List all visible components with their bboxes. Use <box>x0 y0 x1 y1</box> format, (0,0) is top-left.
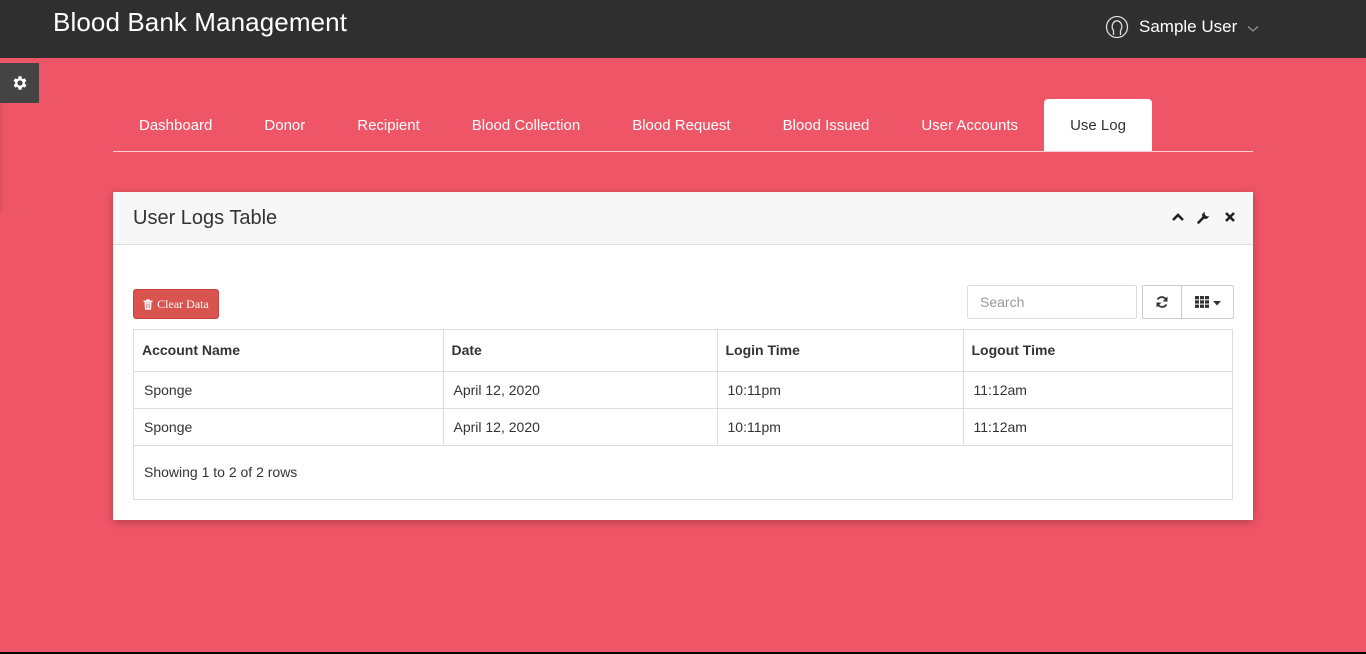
panel-header: User Logs Table <box>113 192 1253 245</box>
wrench-icon <box>1197 212 1209 224</box>
user-name: Sample User <box>1139 17 1238 36</box>
chevron-up-icon <box>1172 213 1184 221</box>
tab-blood-collection[interactable]: Blood Collection <box>446 99 606 151</box>
panel-tools <box>1171 210 1237 224</box>
clear-data-label: Clear Data <box>157 296 209 311</box>
collapse-button[interactable] <box>1171 210 1185 224</box>
gear-icon <box>13 76 26 90</box>
cell-login-time: 10:11pm <box>717 408 964 446</box>
cell-account-name: Sponge <box>134 371 444 409</box>
columns-toggle-button[interactable] <box>1182 285 1234 319</box>
app-title: Blood Bank Management <box>53 7 348 37</box>
close-icon <box>1225 212 1235 222</box>
table-row: Sponge April 12, 2020 10:11pm 11:12am <box>134 408 1232 446</box>
search-input[interactable] <box>967 285 1137 319</box>
user-logs-table: Account Name Date Login Time Logout Time… <box>134 330 1232 446</box>
tab-user-accounts[interactable]: User Accounts <box>895 99 1044 151</box>
caret-down-icon <box>1212 300 1221 305</box>
settings-button[interactable] <box>1197 210 1211 224</box>
cell-account-name: Sponge <box>134 408 444 446</box>
column-header-date[interactable]: Date <box>443 330 718 372</box>
settings-toggle-button[interactable] <box>0 63 39 103</box>
cell-date: April 12, 2020 <box>443 408 718 446</box>
user-circle-icon <box>1105 15 1129 39</box>
cell-date: April 12, 2020 <box>443 371 718 409</box>
column-header-logout-time[interactable]: Logout Time <box>963 330 1232 372</box>
tab-use-log[interactable]: Use Log <box>1044 99 1152 151</box>
user-logs-table-container: Account Name Date Login Time Logout Time… <box>133 329 1233 500</box>
user-logs-panel: User Logs Table Clear Data Search Accoun… <box>113 192 1253 520</box>
tab-donor[interactable]: Donor <box>238 99 331 151</box>
user-menu-dropdown[interactable]: Sample User <box>1105 13 1259 41</box>
tab-blood-issued[interactable]: Blood Issued <box>757 99 896 151</box>
table-row: Sponge April 12, 2020 10:11pm 11:12am <box>134 371 1232 409</box>
clear-data-button[interactable]: Clear Data <box>133 289 219 319</box>
cell-logout-time: 11:12am <box>963 408 1232 446</box>
sidebar-edge <box>0 103 4 213</box>
tab-recipient[interactable]: Recipient <box>331 99 446 151</box>
main-tabs: Dashboard Donor Recipient Blood Collecti… <box>113 99 1253 152</box>
close-button[interactable] <box>1223 210 1237 224</box>
table-toolbar <box>1142 285 1234 319</box>
grid-icon <box>1194 296 1209 308</box>
panel-title: User Logs Table <box>133 207 278 229</box>
cell-logout-time: 11:12am <box>963 371 1232 409</box>
top-navbar: Blood Bank Management Sample User <box>0 0 1366 58</box>
table-header-row: Account Name Date Login Time Logout Time <box>134 330 1232 372</box>
column-header-login-time[interactable]: Login Time <box>717 330 964 372</box>
trash-icon <box>143 298 153 310</box>
pagination-info: Showing 1 to 2 of 2 rows <box>144 464 298 480</box>
column-header-account-name[interactable]: Account Name <box>134 330 444 372</box>
tab-blood-request[interactable]: Blood Request <box>606 99 756 151</box>
refresh-icon <box>1156 296 1168 308</box>
cell-login-time: 10:11pm <box>717 371 964 409</box>
chevron-down-icon <box>1247 25 1259 32</box>
tab-dashboard[interactable]: Dashboard <box>113 99 238 151</box>
refresh-button[interactable] <box>1142 285 1182 319</box>
